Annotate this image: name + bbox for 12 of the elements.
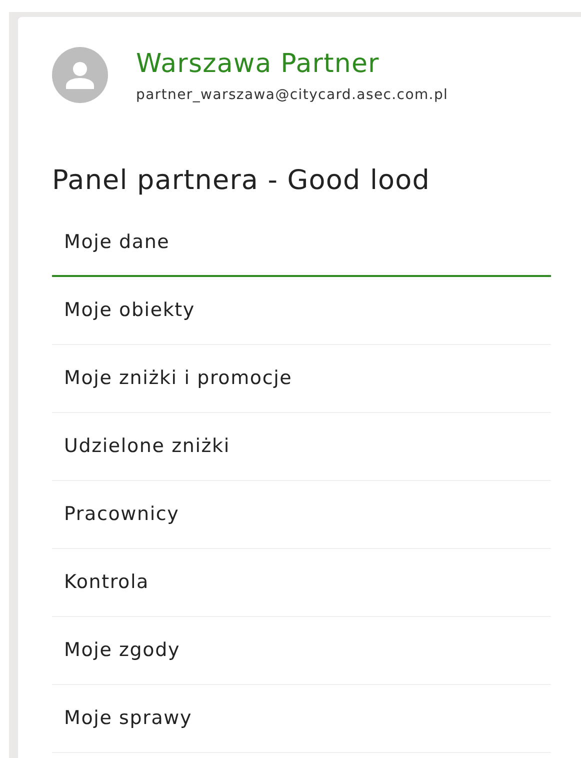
avatar-icon <box>52 47 108 103</box>
menu-item[interactable]: Moje zniżki i promocje <box>52 345 551 413</box>
menu-item[interactable]: Moje obiekty <box>52 277 551 345</box>
user-name: Warszawa Partner <box>136 49 380 79</box>
panel-title: Panel partnera - Good lood <box>52 164 432 197</box>
user-email: partner_warszawa@citycard.asec.com.pl <box>136 86 448 105</box>
menu-item[interactable]: Moje dane <box>52 209 551 277</box>
menu-item[interactable]: Moje sprawy <box>52 685 551 753</box>
menu-item[interactable]: Moje zgody <box>52 617 551 685</box>
menu-item[interactable]: Pracownicy <box>52 481 551 549</box>
menu-item[interactable]: Udzielone zniżki <box>52 413 551 481</box>
menu-item[interactable]: Kontrola <box>52 549 551 617</box>
